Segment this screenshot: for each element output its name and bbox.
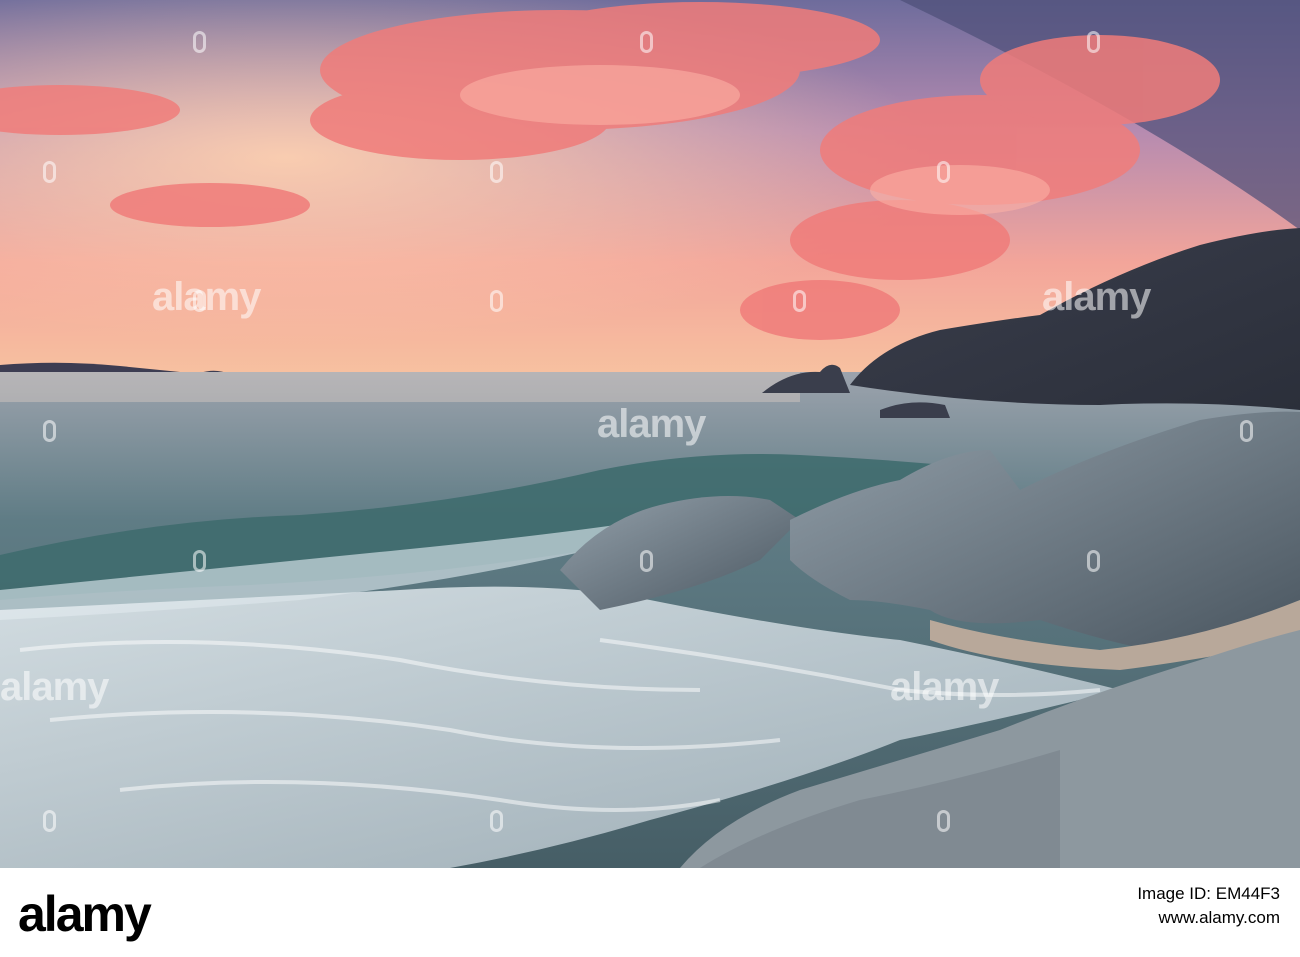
watermark-icon <box>1240 420 1253 442</box>
image-info: Image ID: EM44F3 www.alamy.com <box>1137 882 1280 930</box>
seascape-image <box>0 0 1300 868</box>
watermark-icon <box>1087 550 1100 572</box>
watermark-icon <box>640 550 653 572</box>
watermark-icon <box>43 420 56 442</box>
image-id: Image ID: EM44F3 <box>1137 884 1280 903</box>
photograph: alamy alamy alamy alamy alamy <box>0 0 1300 868</box>
watermark-icon <box>193 550 206 572</box>
watermark-icon <box>793 290 806 312</box>
site-url[interactable]: www.alamy.com <box>1137 906 1280 930</box>
footer-bar: alamy Image ID: EM44F3 www.alamy.com <box>0 868 1300 957</box>
watermark-icon <box>490 161 503 183</box>
watermark-icon <box>193 290 206 312</box>
watermark-icon <box>490 290 503 312</box>
alamy-logo[interactable]: alamy <box>18 884 152 944</box>
watermark-icon <box>937 810 950 832</box>
watermark-icon <box>43 810 56 832</box>
watermark-icon <box>640 31 653 53</box>
watermark-icon <box>193 31 206 53</box>
watermark-icon <box>1087 31 1100 53</box>
watermark-icon <box>490 810 503 832</box>
watermark-icon <box>43 161 56 183</box>
watermark-icon <box>937 161 950 183</box>
